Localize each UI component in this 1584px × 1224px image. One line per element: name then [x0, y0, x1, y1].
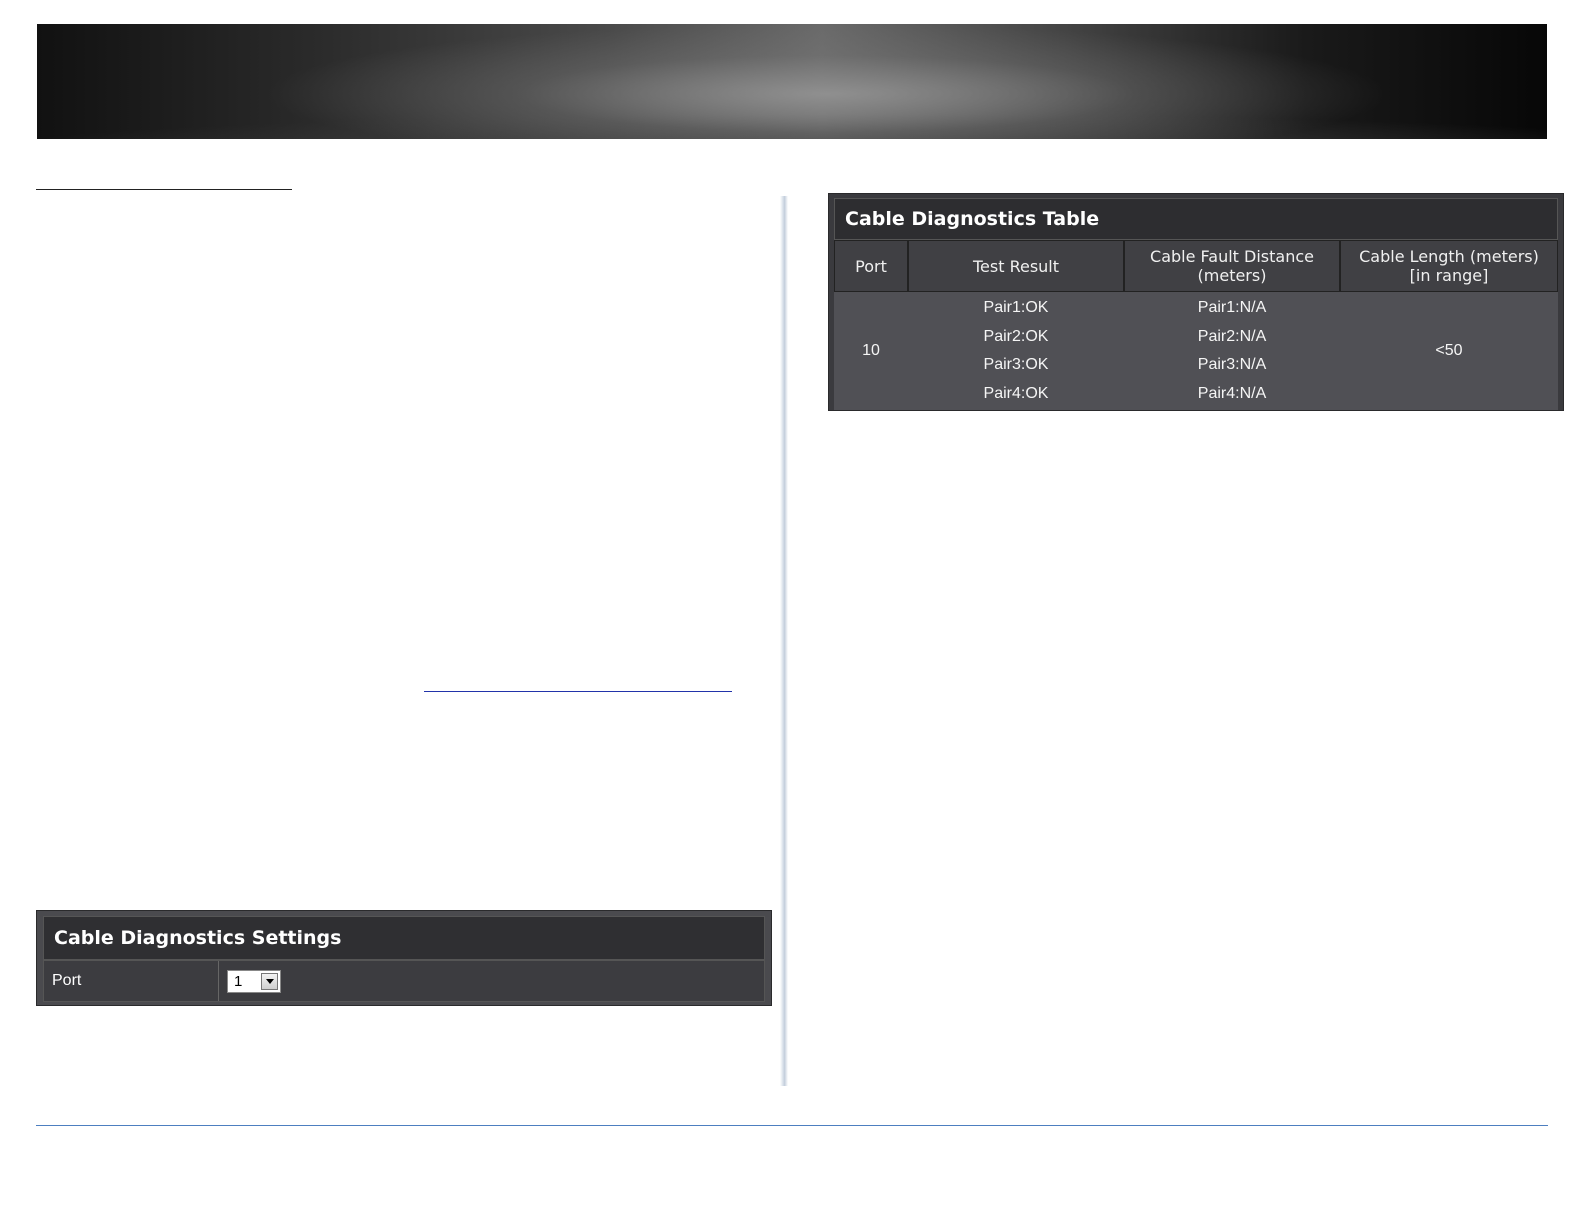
- test-result-pair3: Pair3:OK: [983, 356, 1049, 373]
- fault-distance-pair1: Pair1:N/A: [1197, 299, 1267, 316]
- cable-diagnostics-settings-panel: Cable Diagnostics Settings Port 1: [36, 910, 772, 1006]
- port-label: Port: [44, 961, 219, 1001]
- section-heading-rule: [36, 189, 292, 190]
- cable-diagnostics-table: Port Test Result Cable Fault Distance (m…: [834, 240, 1558, 410]
- port-value-cell: 1: [219, 961, 281, 1001]
- header-cable-length: Cable Length (meters) [in range]: [1340, 240, 1558, 292]
- port-select[interactable]: 1: [227, 969, 281, 993]
- header-cable-length-line1: Cable Length (meters): [1359, 247, 1539, 266]
- cell-port: 10: [862, 342, 880, 359]
- header-fault-distance-line2: (meters): [1197, 266, 1267, 285]
- chevron-down-icon[interactable]: [261, 972, 278, 990]
- cable-diagnostics-settings-title: Cable Diagnostics Settings: [43, 916, 765, 960]
- column-divider: [780, 196, 788, 1086]
- test-result-pair2: Pair2:OK: [983, 327, 1049, 345]
- test-result-pair1: Pair1:OK: [983, 299, 1049, 316]
- fault-distance-pair2: Pair2:N/A: [1197, 327, 1267, 345]
- table-row: 10 Pair1:OK Pair2:OK Pair3:OK Pair4:OK P…: [834, 292, 1558, 410]
- settings-port-row: Port 1: [43, 960, 765, 1002]
- header-test-result: Test Result: [908, 240, 1124, 292]
- fault-distance-pair3: Pair3:N/A: [1197, 356, 1267, 373]
- fault-distance-pair4: Pair4:N/A: [1197, 384, 1267, 402]
- cell-cable-length: <50: [1435, 342, 1463, 359]
- hyperlink-underline[interactable]: [424, 691, 732, 692]
- header-fault-distance: Cable Fault Distance (meters): [1124, 240, 1340, 292]
- port-select-value: 1: [234, 972, 243, 990]
- header-banner: [37, 24, 1547, 139]
- table-header-row: Port Test Result Cable Fault Distance (m…: [834, 240, 1558, 292]
- header-port: Port: [834, 240, 908, 292]
- footer-rule: [36, 1125, 1548, 1126]
- cell-test-result: Pair1:OK Pair2:OK Pair3:OK Pair4:OK: [908, 292, 1124, 410]
- cell-fault-distance: Pair1:N/A Pair2:N/A Pair3:N/A Pair4:N/A: [1124, 292, 1340, 410]
- header-fault-distance-line1: Cable Fault Distance: [1150, 247, 1314, 266]
- cable-diagnostics-table-title: Cable Diagnostics Table: [834, 198, 1558, 240]
- test-result-pair4: Pair4:OK: [983, 384, 1049, 402]
- cable-diagnostics-table-panel: Cable Diagnostics Table Port Test Result…: [828, 193, 1564, 411]
- header-cable-length-line2: [in range]: [1409, 266, 1489, 285]
